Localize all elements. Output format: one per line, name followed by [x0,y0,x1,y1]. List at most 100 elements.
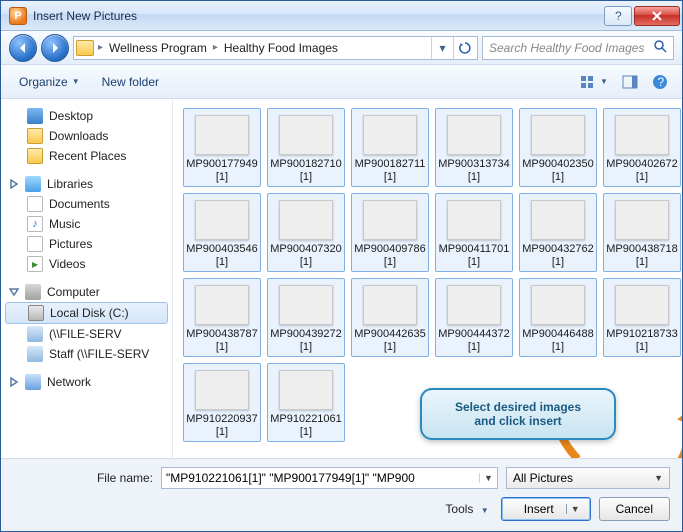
file-thumbnail[interactable]: MP900411701[1] [435,193,513,272]
file-thumbnail[interactable]: MP900177949[1] [183,108,261,187]
network-icon [25,374,41,390]
preview-pane-button[interactable] [618,71,642,93]
annotation-callout: Select desired images and click insert [420,388,616,440]
new-folder-button[interactable]: New folder [94,71,167,93]
thumbnail-image [531,200,585,240]
file-thumbnail[interactable]: MP900438718[1] [603,193,681,272]
thumbnail-label: MP900182710[1] [270,158,342,184]
file-thumbnail[interactable]: MP910221061[1] [267,363,345,442]
svg-text:?: ? [658,75,665,89]
thumbnail-label: MP900444372[1] [438,328,510,354]
file-thumbnail[interactable]: MP900407320[1] [267,193,345,272]
computer-icon [25,284,41,300]
thumbnail-label: MP900402672[1] [606,158,678,184]
video-icon: ▸ [27,256,43,272]
thumbnail-image [615,200,669,240]
svg-text:?: ? [615,10,622,22]
file-thumbnail[interactable]: MP900182711[1] [351,108,429,187]
chevron-right-icon[interactable]: ▸ [211,42,220,53]
thumbnail-image [615,285,669,325]
file-thumbnail[interactable]: MP900438787[1] [183,278,261,357]
nav-forward-button[interactable] [41,34,69,62]
file-thumbnail[interactable]: MP900439272[1] [267,278,345,357]
cancel-button[interactable]: Cancel [599,497,670,521]
network-drive-icon [27,326,43,342]
filename-field[interactable] [162,471,479,485]
thumbnail-label: MP900411701[1] [438,243,510,269]
chevron-right-icon[interactable]: ▸ [96,42,105,53]
callout-line-2: and click insert [434,414,602,428]
file-type-filter[interactable]: All Pictures▼ [506,467,670,489]
file-thumbnail[interactable]: MP900432762[1] [519,193,597,272]
refresh-button[interactable] [453,37,475,59]
breadcrumb-seg-a[interactable]: Wellness Program [105,41,211,55]
file-thumbnail[interactable]: MP900444372[1] [435,278,513,357]
file-thumbnail[interactable]: MP900442635[1] [351,278,429,357]
file-thumbnail[interactable]: MP910220937[1] [183,363,261,442]
file-thumbnail[interactable]: MP900182710[1] [267,108,345,187]
libraries-icon [25,176,41,192]
callout-line-1: Select desired images [434,400,602,414]
thumbnail-label: MP910218733[1] [606,328,678,354]
file-thumbnail[interactable]: MP900402672[1] [603,108,681,187]
thumbnail-label: MP900177949[1] [186,158,258,184]
breadcrumb-seg-b[interactable]: Healthy Food Images [220,41,342,55]
address-bar[interactable]: ▸ Wellness Program ▸ Healthy Food Images… [73,36,478,60]
organize-button[interactable]: Organize▼ [11,71,88,93]
file-thumbnail[interactable]: MP900403546[1] [183,193,261,272]
search-input[interactable]: Search Healthy Food Images [482,36,674,60]
sidebar-item-videos[interactable]: ▸Videos [1,254,172,274]
thumbnail-image [615,115,669,155]
folder-icon [27,128,43,144]
thumbnail-label: MP900442635[1] [354,328,426,354]
thumbnail-image [447,200,501,240]
insert-button[interactable]: Insert ▼ [501,497,591,521]
thumbnail-image [363,115,417,155]
folder-icon [76,40,94,56]
help-icon-button[interactable]: ? [648,71,672,93]
file-thumbnail[interactable]: MP910218733[1] [603,278,681,357]
sidebar-group-network[interactable]: Network [1,372,172,392]
sidebar-item-documents[interactable]: Documents [1,194,172,214]
music-icon: ♪ [27,216,43,232]
filename-label: File name: [13,471,153,485]
sidebar-item-local-disk[interactable]: Local Disk (C:) [5,302,168,324]
file-thumbnail[interactable]: MP900402350[1] [519,108,597,187]
sidebar-group-computer[interactable]: Computer [1,282,172,302]
thumbnail-image [279,115,333,155]
view-options-button[interactable]: ▼ [576,71,612,93]
thumbnail-image [279,200,333,240]
dialog-window: P Insert New Pictures ? ▸ Wellness Progr… [0,0,683,532]
sidebar-item-desktop[interactable]: Desktop [1,106,172,126]
file-thumbnail[interactable]: MP900409786[1] [351,193,429,272]
file-grid[interactable]: MP900177949[1] MP900182710[1] MP900182711[… [173,100,682,458]
search-icon [653,39,667,56]
sidebar: Desktop Downloads Recent Places Librarie… [1,100,173,458]
thumbnail-image [363,200,417,240]
thumbnail-image [195,200,249,240]
filename-input[interactable]: ▼ [161,467,498,489]
sidebar-item-pictures[interactable]: Pictures [1,234,172,254]
sidebar-item-netdrive-1[interactable]: (\\FILE-SERV [1,324,172,344]
thumbnail-image [447,285,501,325]
sidebar-group-libraries[interactable]: Libraries [1,174,172,194]
address-dropdown-button[interactable]: ▾ [431,37,453,59]
file-thumbnail[interactable]: MP900446488[1] [519,278,597,357]
tools-button[interactable]: Tools ▼ [445,502,488,516]
insert-split-button[interactable]: ▼ [566,504,584,514]
help-button[interactable]: ? [604,6,632,26]
sidebar-item-recent[interactable]: Recent Places [1,146,172,166]
filename-dropdown-button[interactable]: ▼ [479,473,497,483]
sidebar-item-downloads[interactable]: Downloads [1,126,172,146]
thumbnail-label: MP900409786[1] [354,243,426,269]
thumbnail-label: MP900403546[1] [186,243,258,269]
thumbnail-image [195,285,249,325]
thumbnail-label: MP900313734[1] [438,158,510,184]
thumbnail-label: MP900432762[1] [522,243,594,269]
thumbnail-label: MP910220937[1] [186,413,258,439]
file-thumbnail[interactable]: MP900313734[1] [435,108,513,187]
sidebar-item-netdrive-2[interactable]: Staff (\\FILE-SERV [1,344,172,364]
sidebar-item-music[interactable]: ♪Music [1,214,172,234]
close-button[interactable] [634,6,680,26]
nav-back-button[interactable] [9,34,37,62]
